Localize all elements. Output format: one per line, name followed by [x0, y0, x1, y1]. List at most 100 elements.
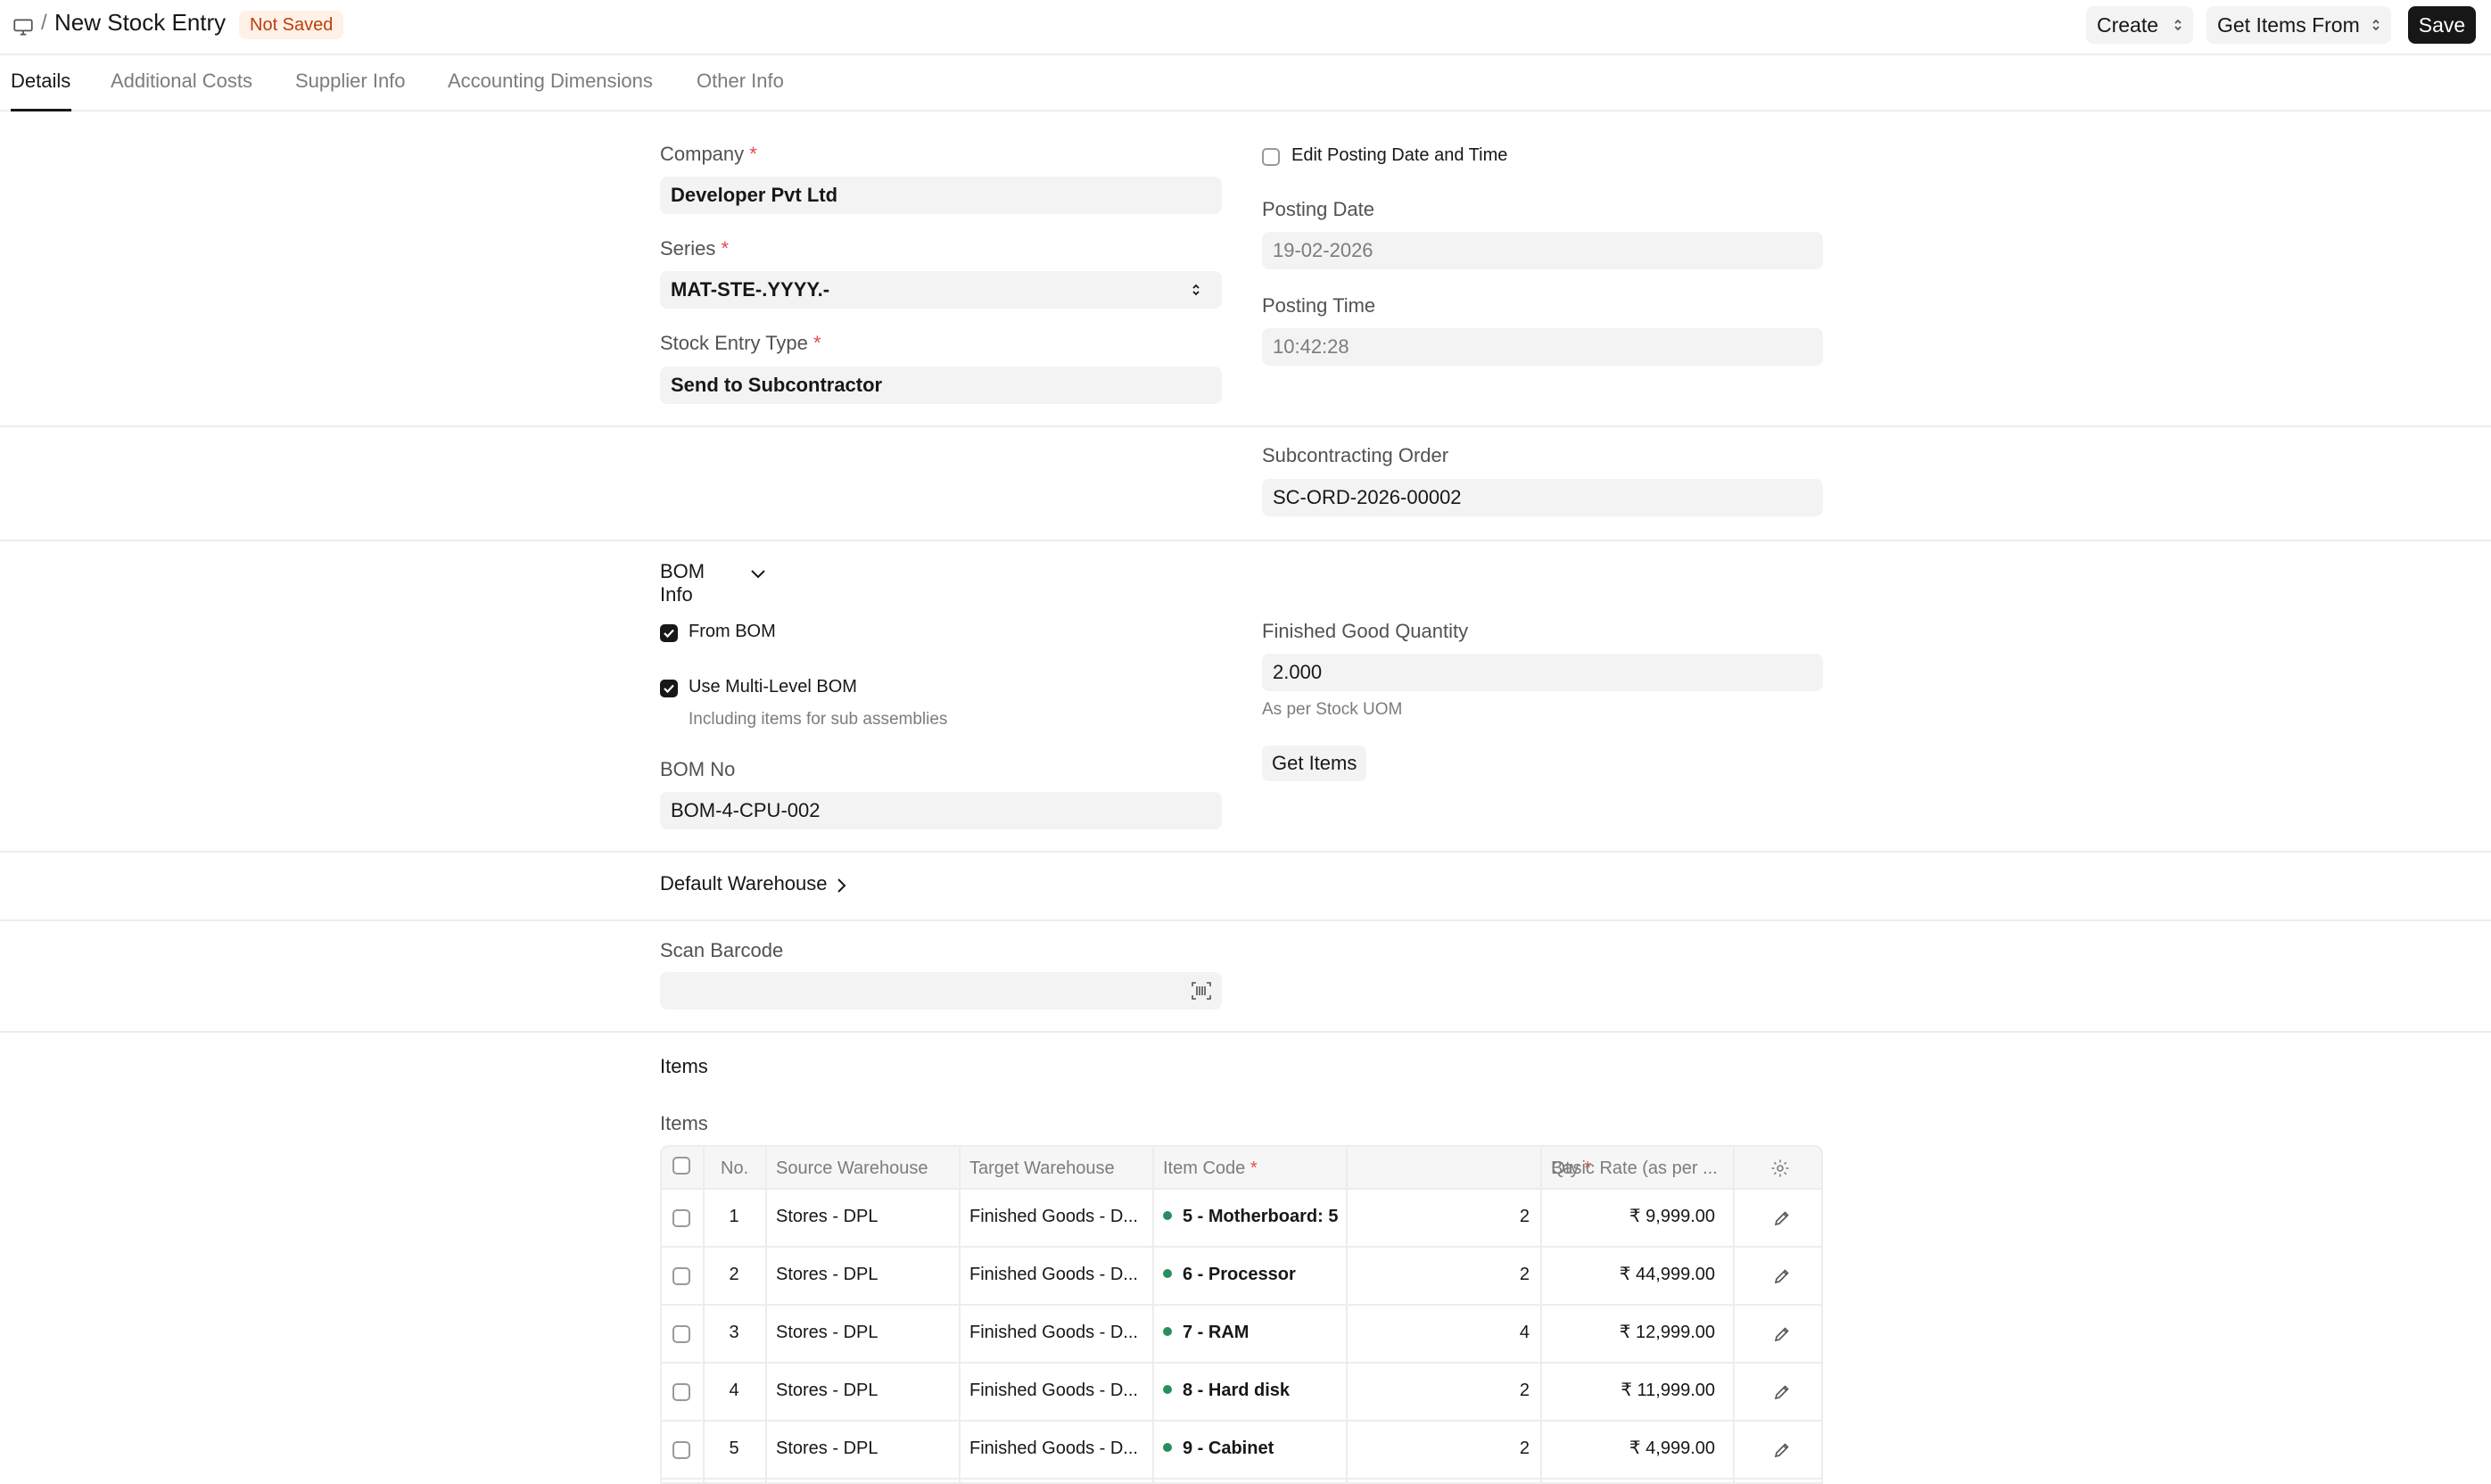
- create-button[interactable]: Create: [2086, 6, 2193, 44]
- breadcrumb-separator: /: [41, 11, 47, 35]
- column-header-target-warehouse: Target Warehouse: [969, 1158, 1115, 1178]
- multi-level-bom-checkbox[interactable]: [660, 680, 678, 697]
- row-checkbox[interactable]: [672, 1209, 690, 1227]
- items-table-header: No. Source Warehouse Target Warehouse It…: [662, 1147, 1821, 1190]
- default-warehouse-section-toggle[interactable]: Default Warehouse: [660, 872, 865, 899]
- from-bom-label: From BOM: [689, 622, 776, 641]
- barcode-icon[interactable]: [1192, 982, 1211, 1000]
- qty-cell[interactable]: 2: [1489, 1248, 1530, 1306]
- default-warehouse-title: Default Warehouse: [660, 872, 828, 895]
- column-header-basic-rate: Basic Rate (as per ...: [1551, 1158, 1718, 1178]
- series-select[interactable]: MAT-STE-.YYYY.-: [660, 271, 1222, 309]
- stock-entry-type-field[interactable]: Send to Subcontractor: [660, 367, 1222, 404]
- edit-posting-checkbox[interactable]: [1262, 148, 1280, 166]
- finished-good-quantity-label: Finished Good Quantity: [1262, 620, 1469, 642]
- qty-cell[interactable]: 2: [1489, 1364, 1530, 1422]
- scan-barcode-field[interactable]: [660, 972, 1222, 1010]
- table-row[interactable]: 1 Stores - DPL Finished Goods - D... 5 -…: [662, 1190, 1821, 1248]
- item-code-cell[interactable]: 9 - Cabinet: [1163, 1422, 1341, 1480]
- bom-info-title: BOM Info: [660, 560, 705, 606]
- row-checkbox[interactable]: [672, 1267, 690, 1285]
- tab-supplier-info[interactable]: Supplier Info: [295, 70, 406, 93]
- subcontracting-order-field[interactable]: SC-ORD-2026-00002: [1262, 479, 1823, 516]
- item-code-cell[interactable]: 7 - RAM: [1163, 1306, 1341, 1364]
- row-number: 1: [729, 1207, 739, 1226]
- source-warehouse-cell[interactable]: Stores - DPL: [776, 1190, 954, 1248]
- table-row[interactable]: 3 Stores - DPL Finished Goods - D... 7 -…: [662, 1306, 1821, 1364]
- posting-date-label: Posting Date: [1262, 198, 1374, 220]
- checkmark-icon: [664, 629, 674, 639]
- target-warehouse-cell[interactable]: Finished Goods - D...: [969, 1306, 1148, 1364]
- get-items-from-label: Get Items From: [2217, 13, 2360, 37]
- monitor-icon[interactable]: [12, 15, 35, 38]
- table-row[interactable]: 5 Stores - DPL Finished Goods - D... 9 -…: [662, 1422, 1821, 1480]
- tab-details[interactable]: Details: [11, 70, 70, 93]
- source-warehouse-cell[interactable]: Stores - DPL: [776, 1422, 954, 1480]
- qty-cell[interactable]: 2: [1489, 1422, 1530, 1480]
- from-bom-checkbox[interactable]: [660, 624, 678, 642]
- source-warehouse-cell[interactable]: Stores - DPL: [776, 1364, 954, 1422]
- tab-other-info[interactable]: Other Info: [697, 70, 784, 93]
- get-items-button[interactable]: Get Items: [1262, 746, 1367, 781]
- target-warehouse-cell[interactable]: Finished Goods - D...: [969, 1190, 1148, 1248]
- source-warehouse-cell[interactable]: Stores - DPL: [776, 1306, 954, 1364]
- rate-cell[interactable]: ₹ 44,999.00: [1545, 1248, 1715, 1306]
- target-warehouse-cell[interactable]: Finished Goods - D...: [969, 1422, 1148, 1480]
- bom-no-field[interactable]: BOM-4-CPU-002: [660, 792, 1222, 829]
- stock-entry-type-label: Stock Entry Type *: [660, 332, 821, 354]
- tab-additional-costs[interactable]: Additional Costs: [111, 70, 252, 93]
- qty-cell[interactable]: 4: [1489, 1306, 1530, 1364]
- row-checkbox[interactable]: [672, 1325, 690, 1343]
- row-number: 3: [729, 1323, 739, 1342]
- section-divider: [0, 425, 2491, 427]
- item-code-cell[interactable]: 6 - Processor: [1163, 1248, 1341, 1306]
- qty-cell[interactable]: 2: [1489, 1190, 1530, 1248]
- table-row[interactable]: 2 Stores - DPL Finished Goods - D... 6 -…: [662, 1248, 1821, 1306]
- pencil-icon[interactable]: [1773, 1209, 1791, 1227]
- save-button[interactable]: Save: [2408, 6, 2476, 44]
- select-all-checkbox[interactable]: [672, 1157, 690, 1175]
- items-table-label: Items: [660, 1112, 708, 1134]
- row-checkbox[interactable]: [672, 1383, 690, 1401]
- pencil-icon[interactable]: [1773, 1383, 1791, 1401]
- section-divider: [0, 540, 2491, 541]
- target-warehouse-cell[interactable]: Finished Goods - D...: [969, 1364, 1148, 1422]
- rate-cell[interactable]: ₹ 12,999.00: [1545, 1306, 1715, 1364]
- posting-time-field[interactable]: 10:42:28: [1262, 328, 1823, 366]
- rate-cell[interactable]: ₹ 9,999.00: [1545, 1190, 1715, 1248]
- edit-posting-label: Edit Posting Date and Time: [1291, 145, 1508, 165]
- item-code-cell[interactable]: 8 - Hard disk: [1163, 1364, 1341, 1422]
- row-checkbox[interactable]: [672, 1441, 690, 1459]
- pencil-icon[interactable]: [1773, 1267, 1791, 1285]
- chevron-updown-icon: [2174, 19, 2182, 31]
- pencil-icon[interactable]: [1773, 1441, 1791, 1459]
- status-dot: [1163, 1327, 1172, 1336]
- status-dot: [1163, 1211, 1172, 1220]
- pencil-icon[interactable]: [1773, 1325, 1791, 1343]
- rate-cell[interactable]: ₹ 4,999.00: [1545, 1422, 1715, 1480]
- source-warehouse-cell[interactable]: Stores - DPL: [776, 1248, 954, 1306]
- active-tab-indicator: [11, 109, 71, 111]
- page-header: / New Stock Entry Not Saved Create Get I…: [0, 0, 2491, 55]
- target-warehouse-cell[interactable]: Finished Goods - D...: [969, 1248, 1148, 1306]
- status-dot: [1163, 1269, 1172, 1278]
- gear-icon[interactable]: [1769, 1158, 1791, 1179]
- get-items-from-button[interactable]: Get Items From: [2206, 6, 2391, 44]
- scan-barcode-label: Scan Barcode: [660, 939, 784, 961]
- table-row[interactable]: 4 Stores - DPL Finished Goods - D... 8 -…: [662, 1364, 1821, 1422]
- finished-good-quantity-description: As per Stock UOM: [1262, 700, 1403, 719]
- item-code-cell[interactable]: 5 - Motherboard: 5: [1163, 1190, 1341, 1248]
- finished-good-quantity-field[interactable]: 2.000: [1262, 654, 1823, 691]
- company-label: Company *: [660, 143, 757, 165]
- posting-date-field[interactable]: 19-02-2026: [1262, 232, 1823, 269]
- tab-accounting-dimensions[interactable]: Accounting Dimensions: [448, 70, 653, 93]
- company-field[interactable]: Developer Pvt Ltd: [660, 177, 1222, 214]
- chevron-updown-icon: [1192, 284, 1200, 296]
- status-badge: Not Saved: [239, 11, 344, 39]
- bom-no-label: BOM No: [660, 758, 736, 780]
- series-label: Series *: [660, 237, 730, 260]
- rate-cell[interactable]: ₹ 11,999.00: [1545, 1364, 1715, 1422]
- multi-level-bom-label: Use Multi-Level BOM: [689, 677, 857, 697]
- row-number: 4: [729, 1381, 739, 1400]
- column-header-no: No.: [721, 1158, 749, 1178]
